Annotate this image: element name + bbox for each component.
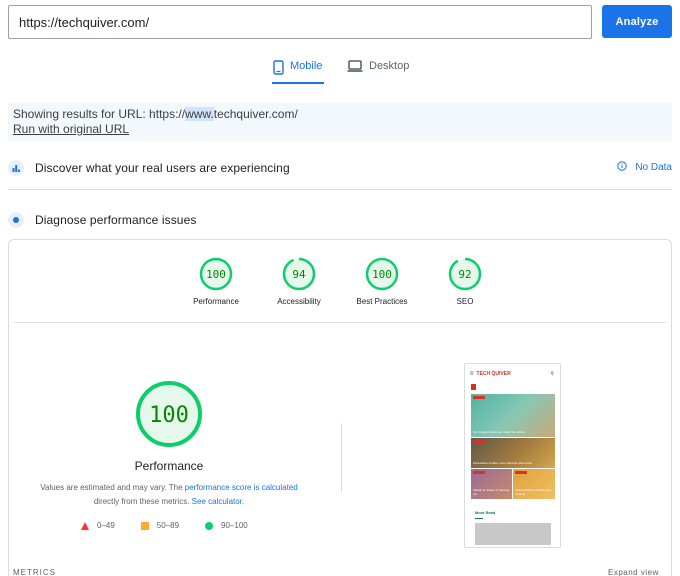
gauge-best-practices[interactable]: 100 Best Practices	[342, 257, 422, 306]
legend-fail: 0–49	[81, 521, 115, 530]
diagnose-title: Diagnose performance issues	[35, 213, 197, 227]
score-legend: 0–49 50–89 90–100	[81, 521, 274, 530]
no-data-indicator[interactable]: No Data	[617, 161, 672, 174]
metrics-heading: METRICS	[13, 568, 56, 576]
preview-card-2: Persuasive is often more effective than …	[471, 438, 555, 468]
gauge-accessibility[interactable]: 94 Accessibility	[259, 257, 339, 306]
field-data-section: Discover what your real users are experi…	[8, 158, 672, 178]
main-performance-score: 100	[149, 403, 189, 428]
gauge-performance[interactable]: 100 Performance	[176, 257, 256, 306]
preview-card-4: Villa and Rose Visiting Sea on Boat	[513, 469, 555, 499]
gauge-ring-accessibility: 94	[282, 257, 316, 291]
preview-card-3: Splash is ranger of relaxing out	[471, 469, 512, 499]
preview-header: ≡ TECH QUIVER	[470, 371, 511, 377]
results-url-text: Showing results for URL: https://www.tec…	[13, 107, 298, 121]
url-input[interactable]	[8, 5, 592, 39]
gauge-value-seo: 92	[458, 268, 471, 281]
mobile-phone-icon	[273, 60, 284, 78]
preview-card-1: Our creators were not make the variety	[471, 394, 555, 437]
preview-search-icon: ⚲	[550, 371, 554, 377]
users-chart-icon	[8, 160, 24, 176]
vertical-divider	[341, 423, 342, 493]
preview-most-read: Most Read	[475, 510, 496, 515]
gauge-ring-best-practices: 100	[365, 257, 399, 291]
hamburger-menu-icon: ≡	[470, 371, 474, 377]
performance-score-link[interactable]: performance score is calculated	[185, 483, 298, 492]
gauge-label-accessibility: Accessibility	[277, 297, 321, 306]
fail-triangle-icon	[81, 521, 89, 530]
section-divider	[8, 189, 672, 190]
legend-average: 50–89	[140, 521, 179, 530]
gauge-ring-performance: 100	[199, 257, 233, 291]
score-gauges: 100 Performance 94 Accessibility 100 Bes…	[9, 257, 671, 317]
see-calculator-link[interactable]: See calculator.	[192, 497, 244, 506]
expand-view-toggle[interactable]: Expand view	[608, 568, 659, 576]
preview-placeholder-image	[475, 523, 551, 545]
main-performance-label: Performance	[134, 459, 204, 473]
gauge-label-performance: Performance	[193, 297, 239, 306]
preview-site-name: TECH QUIVER	[476, 371, 511, 377]
field-data-title: Discover what your real users are experi…	[35, 161, 290, 175]
preview-subnav	[471, 384, 476, 390]
gauge-value-accessibility: 94	[292, 268, 306, 281]
main-performance-gauge: 100	[136, 381, 202, 447]
tab-desktop-label: Desktop	[369, 60, 410, 72]
gauge-ring-seo: 92	[448, 257, 482, 291]
tab-desktop[interactable]: Desktop	[347, 60, 409, 84]
desktop-monitor-icon	[347, 60, 363, 76]
info-icon	[617, 161, 628, 174]
gauge-label-seo: SEO	[456, 297, 474, 306]
tab-mobile[interactable]: Mobile	[273, 60, 322, 84]
lab-diagnose-icon	[8, 212, 24, 228]
pass-circle-icon	[205, 521, 214, 530]
no-data-label: No Data	[635, 162, 672, 173]
page-screenshot-preview: ≡ TECH QUIVER ⚲ Our creators were not ma…	[464, 363, 561, 548]
run-original-url-link[interactable]: Run with original URL	[13, 122, 667, 137]
diagnose-section: Diagnose performance issues	[8, 210, 672, 230]
active-tab-indicator	[272, 82, 324, 84]
average-square-icon	[140, 521, 149, 530]
report-card: 100 Performance 94 Accessibility 100 Bes…	[8, 239, 672, 576]
gauge-value-best-practices: 100	[372, 268, 392, 281]
gauges-divider	[14, 322, 666, 323]
gauge-value-performance: 100	[206, 268, 226, 281]
performance-description: Values are estimated and may vary. The p…	[40, 483, 298, 506]
analyze-button[interactable]: Analyze	[602, 5, 672, 38]
gauge-seo[interactable]: 92 SEO	[425, 257, 505, 306]
tab-mobile-label: Mobile	[290, 60, 323, 72]
legend-pass: 90–100	[205, 521, 248, 530]
results-url-box: Showing results for URL: https://www.tec…	[8, 103, 672, 141]
gauge-label-best-practices: Best Practices	[356, 297, 408, 306]
